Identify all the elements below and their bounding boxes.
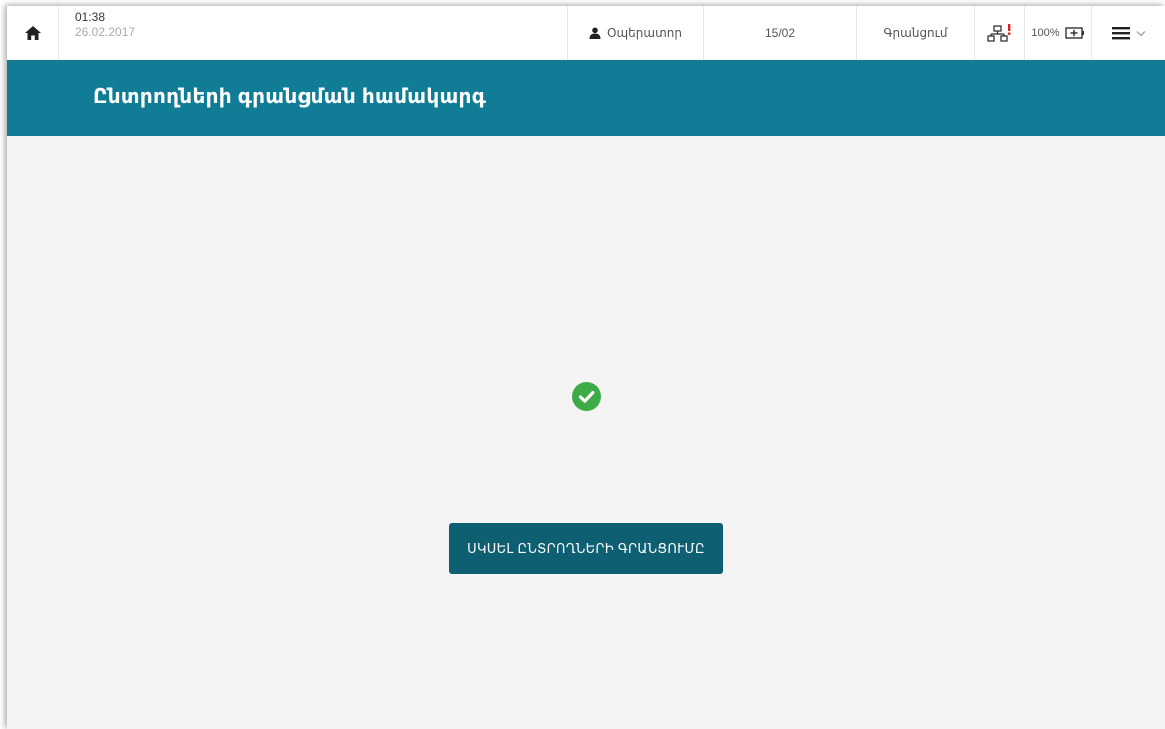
operator-button[interactable]: Օպերատոր (568, 6, 704, 60)
status-bar: 01:38 26.02.2017 Օպերատոր 15/02 Գրանցում (7, 6, 1165, 60)
mode-label: Գրանցում (883, 26, 948, 40)
page-title: Ընտրողների գրանցման համակարգ (93, 86, 487, 108)
battery-percent: 100% (1031, 27, 1060, 39)
time-text: 01:38 (75, 10, 106, 24)
main-menu-button[interactable] (1092, 6, 1165, 60)
date-text: 26.02.2017 (75, 25, 136, 39)
battery-charging-icon (1064, 27, 1084, 39)
counter-text: 15/02 (764, 26, 796, 40)
battery-status: 100% (1025, 6, 1092, 60)
operator-label: Օպերատոր (607, 26, 682, 40)
hamburger-menu-icon (1111, 27, 1130, 40)
network-error-icon (986, 24, 1010, 42)
app-window: 01:38 26.02.2017 Օպերատոր 15/02 Գրանցում (7, 6, 1165, 729)
user-icon (589, 27, 601, 39)
home-button[interactable] (7, 6, 59, 60)
home-icon (24, 26, 41, 40)
network-status[interactable] (975, 6, 1025, 60)
chevron-down-icon (1136, 30, 1145, 36)
success-indicator (572, 382, 601, 411)
check-circle-icon (578, 391, 595, 403)
mode-indicator: Գրանցում (857, 6, 975, 60)
header-banner: Ընտրողների գրանցման համակարգ (7, 60, 1165, 136)
clock: 01:38 26.02.2017 (59, 6, 568, 60)
page-counter: 15/02 (704, 6, 857, 60)
start-registration-button[interactable]: ՍԿՍԵԼ ԸՆՏՐՈՂՆԵՐԻ ԳՐԱՆՑՈՒՄԸ (449, 523, 723, 574)
